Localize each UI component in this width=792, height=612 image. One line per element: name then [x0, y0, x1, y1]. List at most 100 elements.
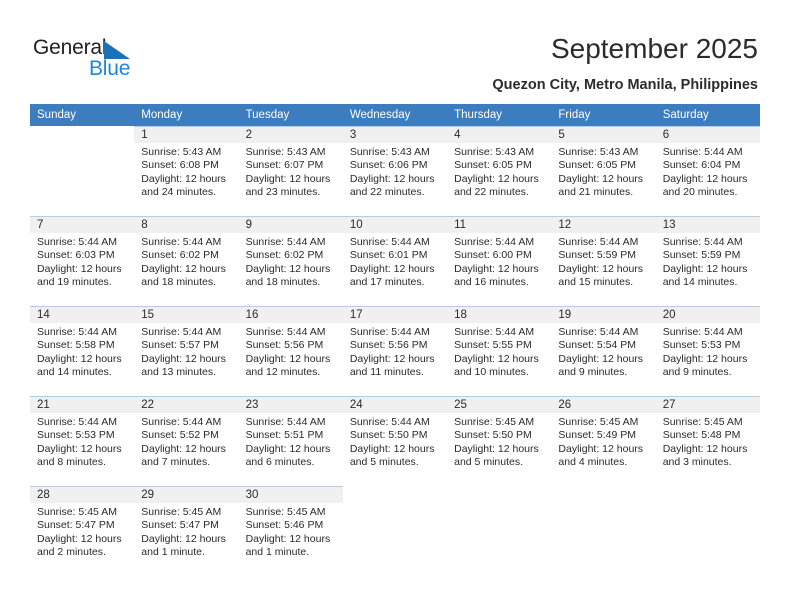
- daylight-text-line1: Daylight: 12 hours: [454, 262, 539, 275]
- day-cell[interactable]: 17 Sunrise: 5:44 AM Sunset: 5:56 PM Dayligh…: [342, 306, 448, 396]
- calendar-cell: [447, 486, 552, 576]
- daylight-text-line2: and 16 minutes.: [454, 276, 529, 289]
- sunrise-text: Sunrise: 5:43 AM: [141, 146, 222, 158]
- sunset-text: Sunset: 5:57 PM: [141, 339, 219, 352]
- sunset-text: Sunset: 5:49 PM: [558, 429, 637, 442]
- day-cell[interactable]: 24 Sunrise: 5:44 AM Sunset: 5:50 PM Dayligh…: [342, 396, 448, 486]
- day-cell[interactable]: 15 Sunrise: 5:44 AM Sunset: 5:57 PM Dayligh…: [134, 306, 239, 396]
- daylight-text-line1: Daylight: 12 hours: [245, 442, 331, 455]
- day-cell[interactable]: 9 Sunrise: 5:44 AM Sunset: 6:02 PM Daylight…: [238, 216, 343, 306]
- sunset-text: Sunset: 5:54 PM: [558, 339, 637, 352]
- sunset-text: Sunset: 6:03 PM: [37, 249, 115, 262]
- day-number: 17: [342, 306, 448, 323]
- day-cell[interactable]: 2 Sunrise: 5:43 AM Sunset: 6:07 PM Daylight…: [238, 126, 343, 216]
- sunrise-text: Sunrise: 5:44 AM: [141, 416, 222, 428]
- day-cell[interactable]: 10 Sunrise: 5:44 AM Sunset: 6:01 PM Dayligh…: [342, 216, 448, 306]
- sunrise-text: Sunrise: 5:44 AM: [662, 326, 743, 338]
- calendar-cell: 1 Sunrise: 5:43 AM Sunset: 6:08 PM Daylight…: [134, 126, 239, 216]
- day-number: 30: [238, 486, 343, 503]
- day-number: 28: [30, 486, 135, 503]
- day-number: 6: [655, 126, 760, 143]
- day-cell[interactable]: 12 Sunrise: 5:44 AM Sunset: 5:59 PM Dayligh…: [551, 216, 656, 306]
- sunset-text: Sunset: 5:53 PM: [662, 339, 741, 352]
- daylight-text-line2: and 12 minutes.: [245, 366, 321, 379]
- calendar-cell: 28 Sunrise: 5:45 AM Sunset: 5:47 PM Dayligh…: [30, 486, 135, 576]
- day-details: Sunrise: 5:44 AM Sunset: 5:57 PM Daylight:…: [134, 323, 238, 380]
- sunrise-text: Sunrise: 5:44 AM: [662, 236, 743, 248]
- daylight-text-line1: Daylight: 12 hours: [558, 352, 644, 365]
- daylight-text-line1: Daylight: 12 hours: [37, 352, 122, 365]
- day-cell[interactable]: 11 Sunrise: 5:44 AM Sunset: 6:00 PM Dayligh…: [447, 216, 552, 306]
- sunrise-text: Sunrise: 5:45 AM: [141, 506, 222, 518]
- daylight-text-line1: Daylight: 12 hours: [662, 442, 748, 455]
- day-cell[interactable]: 25 Sunrise: 5:45 AM Sunset: 5:50 PM Dayligh…: [447, 396, 552, 486]
- day-cell[interactable]: 8 Sunrise: 5:44 AM Sunset: 6:02 PM Daylight…: [134, 216, 239, 306]
- day-cell[interactable]: 28 Sunrise: 5:45 AM Sunset: 5:47 PM Dayligh…: [30, 486, 135, 576]
- calendar-cell: [342, 486, 448, 576]
- daylight-text-line2: and 17 minutes.: [349, 276, 425, 289]
- daylight-text-line2: and 18 minutes.: [141, 276, 216, 289]
- calendar-cell: 3 Sunrise: 5:43 AM Sunset: 6:06 PM Daylight…: [342, 126, 448, 216]
- weekday-header-wednesday: Wednesday: [342, 104, 448, 126]
- sunset-text: Sunset: 5:53 PM: [37, 429, 115, 442]
- weekday-header-row: Sunday Monday Tuesday Wednesday Thursday…: [30, 104, 760, 126]
- day-number: 9: [238, 216, 343, 233]
- sunset-text: Sunset: 6:02 PM: [245, 249, 324, 262]
- day-cell[interactable]: 16 Sunrise: 5:44 AM Sunset: 5:56 PM Dayligh…: [238, 306, 343, 396]
- day-cell[interactable]: 21 Sunrise: 5:44 AM Sunset: 5:53 PM Dayligh…: [30, 396, 135, 486]
- day-details: Sunrise: 5:44 AM Sunset: 6:01 PM Daylight:…: [343, 233, 447, 290]
- day-cell-empty: [30, 126, 135, 216]
- day-details: Sunrise: 5:45 AM Sunset: 5:49 PM Daylight:…: [551, 413, 655, 470]
- day-cell[interactable]: 29 Sunrise: 5:45 AM Sunset: 5:47 PM Dayligh…: [134, 486, 239, 576]
- day-cell[interactable]: 5 Sunrise: 5:43 AM Sunset: 6:05 PM Daylight…: [551, 126, 656, 216]
- day-details: Sunrise: 5:44 AM Sunset: 5:55 PM Daylight:…: [447, 323, 551, 380]
- day-cell[interactable]: 1 Sunrise: 5:43 AM Sunset: 6:08 PM Daylight…: [134, 126, 239, 216]
- day-cell[interactable]: 3 Sunrise: 5:43 AM Sunset: 6:06 PM Daylight…: [342, 126, 448, 216]
- day-cell[interactable]: 4 Sunrise: 5:43 AM Sunset: 6:05 PM Daylight…: [447, 126, 552, 216]
- day-cell[interactable]: 18 Sunrise: 5:44 AM Sunset: 5:55 PM Dayligh…: [447, 306, 552, 396]
- day-cell[interactable]: 27 Sunrise: 5:45 AM Sunset: 5:48 PM Dayligh…: [655, 396, 760, 486]
- day-cell[interactable]: 14 Sunrise: 5:44 AM Sunset: 5:58 PM Dayligh…: [30, 306, 135, 396]
- day-cell[interactable]: 26 Sunrise: 5:45 AM Sunset: 5:49 PM Dayligh…: [551, 396, 656, 486]
- generalblue-logo[interactable]: General Blue: [33, 36, 213, 84]
- sunrise-text: Sunrise: 5:43 AM: [454, 146, 535, 158]
- daylight-text-line2: and 11 minutes.: [349, 366, 424, 379]
- calendar-cell: 5 Sunrise: 5:43 AM Sunset: 6:05 PM Daylight…: [551, 126, 656, 216]
- day-number: 24: [342, 396, 448, 413]
- daylight-text-line2: and 14 minutes.: [662, 276, 738, 289]
- day-cell[interactable]: 6 Sunrise: 5:44 AM Sunset: 6:04 PM Daylight…: [655, 126, 760, 216]
- day-number: 25: [447, 396, 552, 413]
- day-cell[interactable]: 19 Sunrise: 5:44 AM Sunset: 5:54 PM Dayligh…: [551, 306, 656, 396]
- day-details: Sunrise: 5:45 AM Sunset: 5:50 PM Daylight:…: [447, 413, 551, 470]
- day-cell[interactable]: 30 Sunrise: 5:45 AM Sunset: 5:46 PM Dayligh…: [238, 486, 343, 576]
- weekday-header-friday: Friday: [551, 104, 656, 126]
- daylight-text-line1: Daylight: 12 hours: [662, 352, 748, 365]
- daylight-text-line2: and 14 minutes.: [37, 366, 112, 379]
- sunrise-text: Sunrise: 5:44 AM: [349, 236, 430, 248]
- daylight-text-line2: and 15 minutes.: [558, 276, 634, 289]
- daylight-text-line2: and 18 minutes.: [245, 276, 321, 289]
- daylight-text-line2: and 21 minutes.: [558, 186, 634, 199]
- day-number: 20: [655, 306, 760, 323]
- day-details: Sunrise: 5:44 AM Sunset: 6:02 PM Daylight:…: [239, 233, 343, 290]
- weekday-header-thursday: Thursday: [447, 104, 552, 126]
- day-cell[interactable]: 13 Sunrise: 5:44 AM Sunset: 5:59 PM Dayligh…: [655, 216, 760, 306]
- daylight-text-line1: Daylight: 12 hours: [454, 442, 539, 455]
- sunset-text: Sunset: 5:55 PM: [454, 339, 532, 352]
- day-cell[interactable]: 7 Sunrise: 5:44 AM Sunset: 6:03 PM Daylight…: [30, 216, 135, 306]
- day-number: 1: [134, 126, 239, 143]
- day-number: 12: [551, 216, 656, 233]
- day-details: Sunrise: 5:44 AM Sunset: 5:56 PM Daylight:…: [343, 323, 447, 380]
- day-cell[interactable]: 23 Sunrise: 5:44 AM Sunset: 5:51 PM Dayligh…: [238, 396, 343, 486]
- daylight-text-line2: and 23 minutes.: [245, 186, 321, 199]
- day-cell[interactable]: 20 Sunrise: 5:44 AM Sunset: 5:53 PM Dayligh…: [655, 306, 760, 396]
- daylight-text-line2: and 4 minutes.: [558, 456, 628, 469]
- daylight-text-line1: Daylight: 12 hours: [37, 532, 122, 545]
- sunrise-text: Sunrise: 5:44 AM: [245, 326, 326, 338]
- daylight-text-line2: and 10 minutes.: [454, 366, 529, 379]
- sunset-text: Sunset: 5:56 PM: [245, 339, 324, 352]
- day-number: 18: [447, 306, 552, 323]
- day-number: [655, 486, 760, 503]
- sunrise-text: Sunrise: 5:44 AM: [37, 416, 117, 428]
- day-cell[interactable]: 22 Sunrise: 5:44 AM Sunset: 5:52 PM Dayligh…: [134, 396, 239, 486]
